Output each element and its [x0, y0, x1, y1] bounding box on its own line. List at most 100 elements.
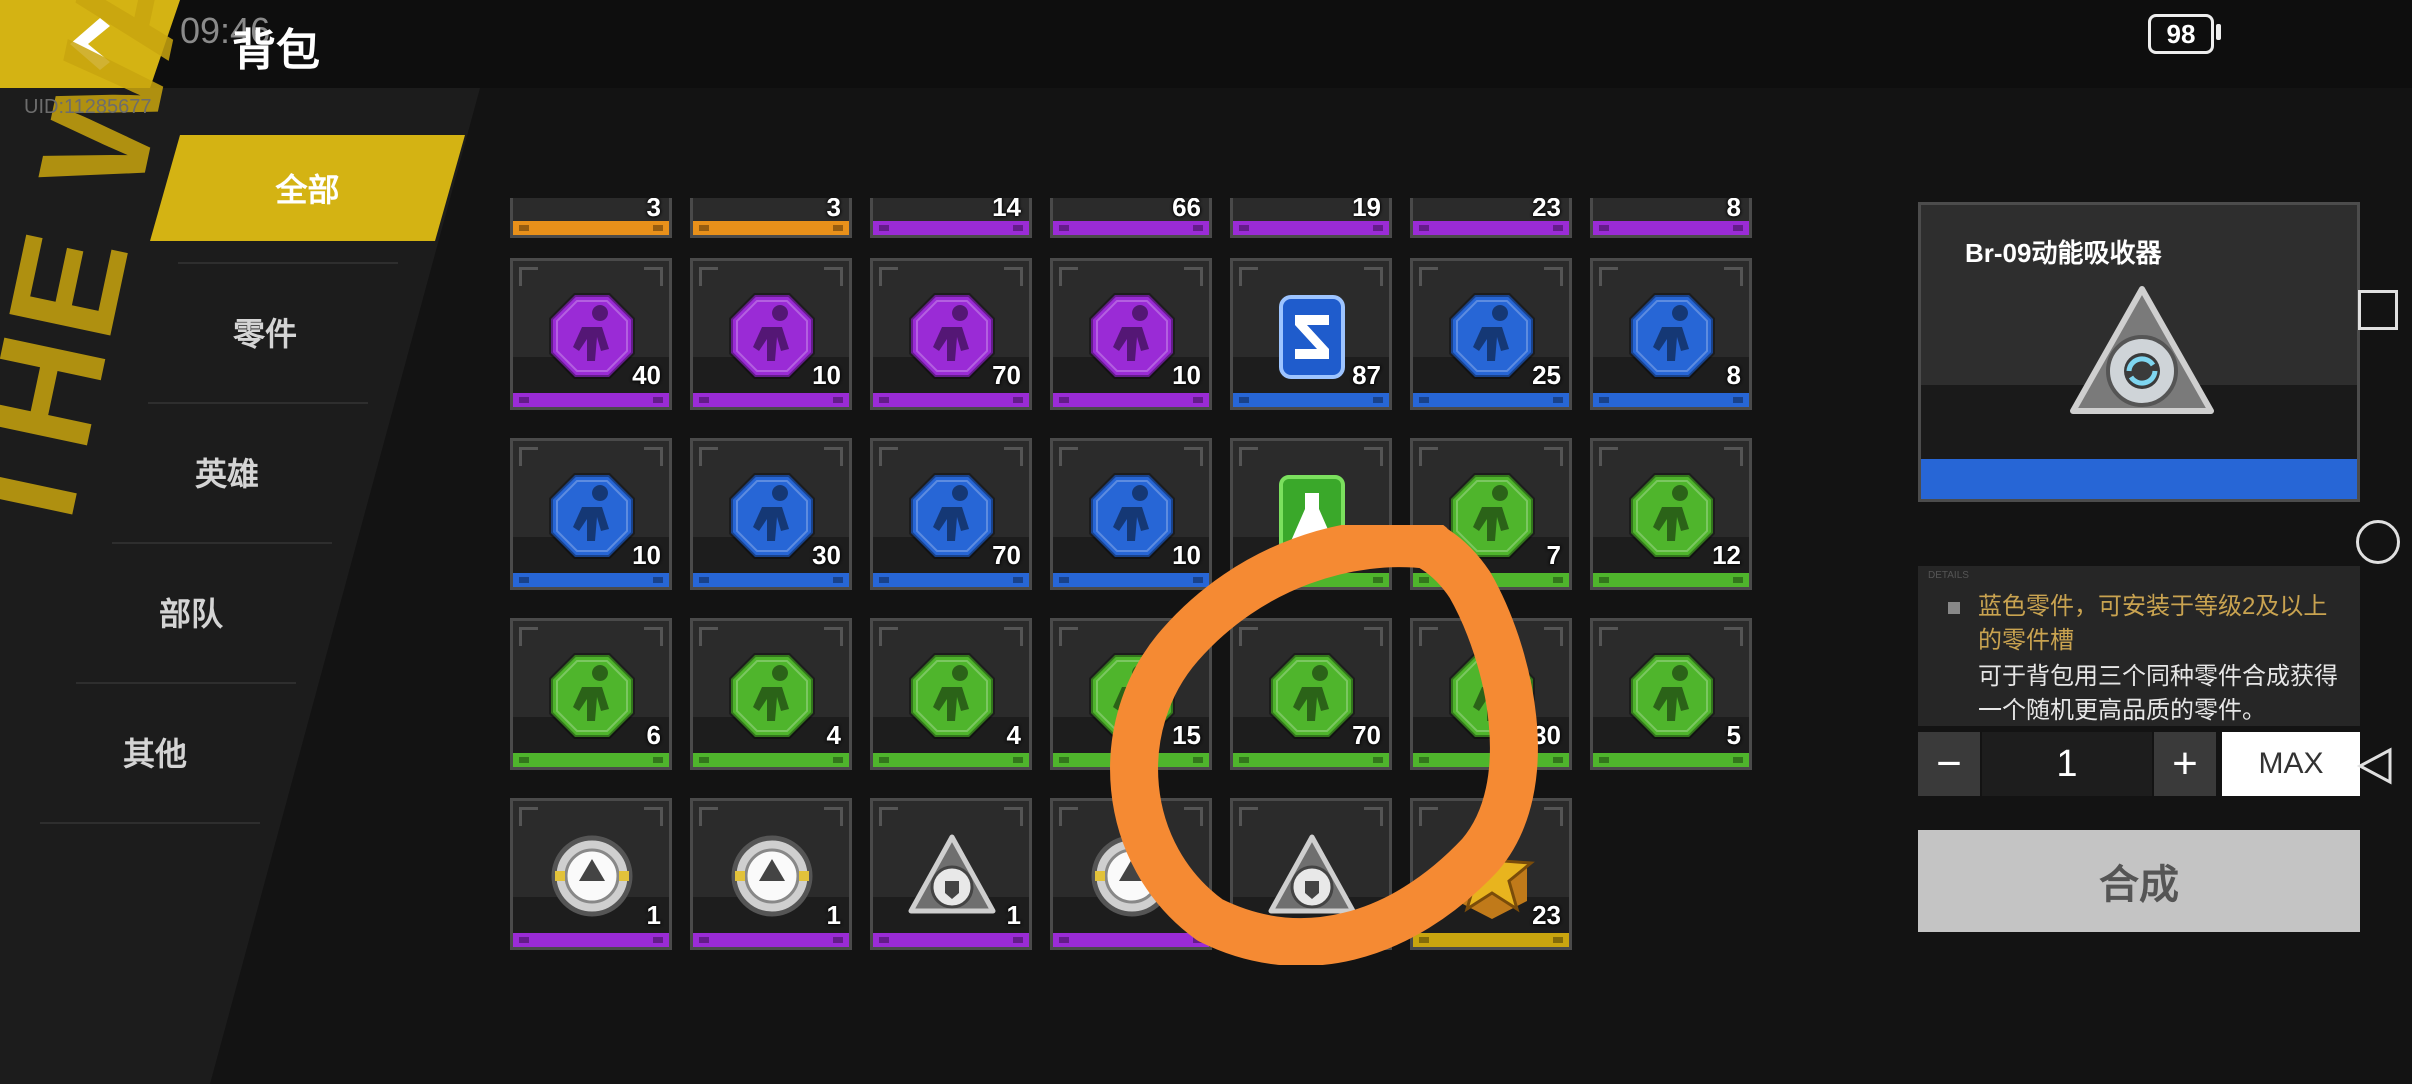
inventory-slot[interactable]: 1 — [510, 798, 672, 950]
slot-corner — [1544, 447, 1563, 466]
item-count: 12 — [1712, 540, 1741, 570]
description-usage: 可于背包用三个同种零件合成获得一个随机更高品质的零件。 — [1978, 663, 2338, 724]
item-count: 10 — [1172, 540, 1201, 570]
blue-chip-icon — [1279, 295, 1345, 379]
slot-corner — [1599, 267, 1618, 286]
inventory-slot[interactable]: 66 — [1050, 198, 1212, 238]
battery-indicator: 98 — [2148, 14, 2214, 54]
inventory-slot[interactable]: 4 — [690, 618, 852, 770]
purple-part-icon — [549, 293, 635, 379]
slot-corner — [1184, 807, 1203, 826]
inventory-slot[interactable]: 6 — [510, 618, 672, 770]
slot-corner — [519, 807, 538, 826]
inventory-slot[interactable]: 19 — [1230, 198, 1392, 238]
inventory-slot[interactable]: 12 — [1590, 438, 1752, 590]
rarity-bar — [693, 573, 849, 587]
item-count: 8 — [1726, 360, 1741, 390]
purple-part-icon — [909, 293, 995, 379]
item-count: 15 — [1172, 720, 1201, 750]
item-count: 70 — [992, 360, 1021, 390]
green-part-icon — [909, 653, 995, 739]
green-part-icon — [1089, 653, 1175, 739]
inventory-slot[interactable]: 25 — [1410, 258, 1572, 410]
inventory-slot[interactable]: 30 — [690, 438, 852, 590]
inventory-slot[interactable]: 70 — [870, 438, 1032, 590]
tab-other[interactable]: 其他 — [10, 682, 300, 822]
inventory-slot[interactable]: 7 — [1410, 438, 1572, 590]
inventory-slot[interactable]: 23 — [1410, 198, 1572, 238]
rarity-bar — [1593, 393, 1749, 407]
decrease-button[interactable]: − — [1918, 732, 1980, 796]
rarity-bar — [1233, 573, 1389, 587]
quantity-value[interactable]: 1 — [1982, 732, 2152, 796]
tab-troops[interactable]: 部队 — [46, 542, 336, 682]
inventory-slot[interactable]: 5 — [1590, 618, 1752, 770]
rarity-bar — [693, 753, 849, 767]
item-count: 25 — [1532, 360, 1561, 390]
inventory-slot[interactable]: 10 — [1050, 438, 1212, 590]
tab-all[interactable]: 全部 — [150, 135, 465, 241]
inventory-slot[interactable]: 1 — [870, 798, 1032, 950]
rarity-bar — [1053, 221, 1209, 235]
item-count: 87 — [1352, 360, 1381, 390]
flask-icon — [1279, 475, 1345, 559]
rarity-bar — [873, 221, 1029, 235]
inventory-slot[interactable]: 8 — [1590, 258, 1752, 410]
increase-button[interactable]: + — [2154, 732, 2216, 796]
slot-corner — [1184, 447, 1203, 466]
item-count: 7 — [1546, 540, 1561, 570]
inventory-slot[interactable]: 1 — [1230, 798, 1392, 950]
rarity-bar — [1233, 393, 1389, 407]
inventory-slot[interactable]: 10 — [510, 438, 672, 590]
slot-corner — [1544, 627, 1563, 646]
inventory-slot[interactable]: 1 — [690, 798, 852, 950]
slot-corner — [1184, 267, 1203, 286]
inventory-slot[interactable]: 1 — [1050, 798, 1212, 950]
slot-corner — [1059, 807, 1078, 826]
max-button[interactable]: MAX — [2222, 732, 2360, 796]
inventory-slot[interactable]: 15 — [1050, 618, 1212, 770]
craft-button[interactable]: 合成 — [1918, 830, 2360, 932]
inventory-slot[interactable]: 10 — [1050, 258, 1212, 410]
item-count: 1 — [826, 900, 841, 930]
nav-back-icon[interactable] — [2356, 746, 2396, 786]
slot-corner — [699, 447, 718, 466]
slot-corner — [1724, 447, 1743, 466]
inventory-slot[interactable]: 23 — [1410, 798, 1572, 950]
home-icon[interactable] — [2356, 520, 2400, 564]
inventory-slot[interactable]: 14 — [870, 198, 1032, 238]
slot-corner — [879, 627, 898, 646]
slot-corner — [699, 267, 718, 286]
inventory-slot[interactable]: 87 — [1230, 258, 1392, 410]
rarity-bar — [1053, 933, 1209, 947]
inventory-slot[interactable]: 30 — [1410, 618, 1572, 770]
green-part-icon — [1449, 653, 1535, 739]
tab-heroes[interactable]: 英雄 — [82, 402, 372, 542]
inventory-slot[interactable]: 4 — [870, 618, 1032, 770]
item-count: 23 — [1532, 900, 1561, 930]
slot-corner — [1184, 627, 1203, 646]
battery-tip — [2216, 24, 2221, 40]
rarity-bar — [873, 753, 1029, 767]
tab-parts[interactable]: 零件 — [120, 262, 410, 402]
recent-apps-icon[interactable] — [2358, 290, 2398, 330]
item-count: 66 — [1172, 198, 1201, 222]
inventory-slot[interactable]: 10 — [690, 258, 852, 410]
inventory-slot[interactable]: 70 — [1230, 618, 1392, 770]
inventory-slot[interactable]: 3 — [510, 198, 672, 238]
slot-corner — [1239, 807, 1258, 826]
rarity-bar — [873, 573, 1029, 587]
tab-heroes-label: 英雄 — [194, 456, 259, 492]
blue-part-icon — [549, 473, 635, 559]
item-count: 4 — [826, 720, 841, 750]
inventory-slot[interactable] — [1230, 438, 1392, 590]
blue-part-icon — [729, 473, 815, 559]
inventory-slot[interactable]: 3 — [690, 198, 852, 238]
rarity-bar — [693, 933, 849, 947]
inventory-slot[interactable]: 40 — [510, 258, 672, 410]
item-count: 3 — [646, 198, 661, 222]
inventory-slot[interactable]: 8 — [1590, 198, 1752, 238]
item-count: 23 — [1532, 198, 1561, 222]
green-part-icon — [549, 653, 635, 739]
inventory-slot[interactable]: 70 — [870, 258, 1032, 410]
